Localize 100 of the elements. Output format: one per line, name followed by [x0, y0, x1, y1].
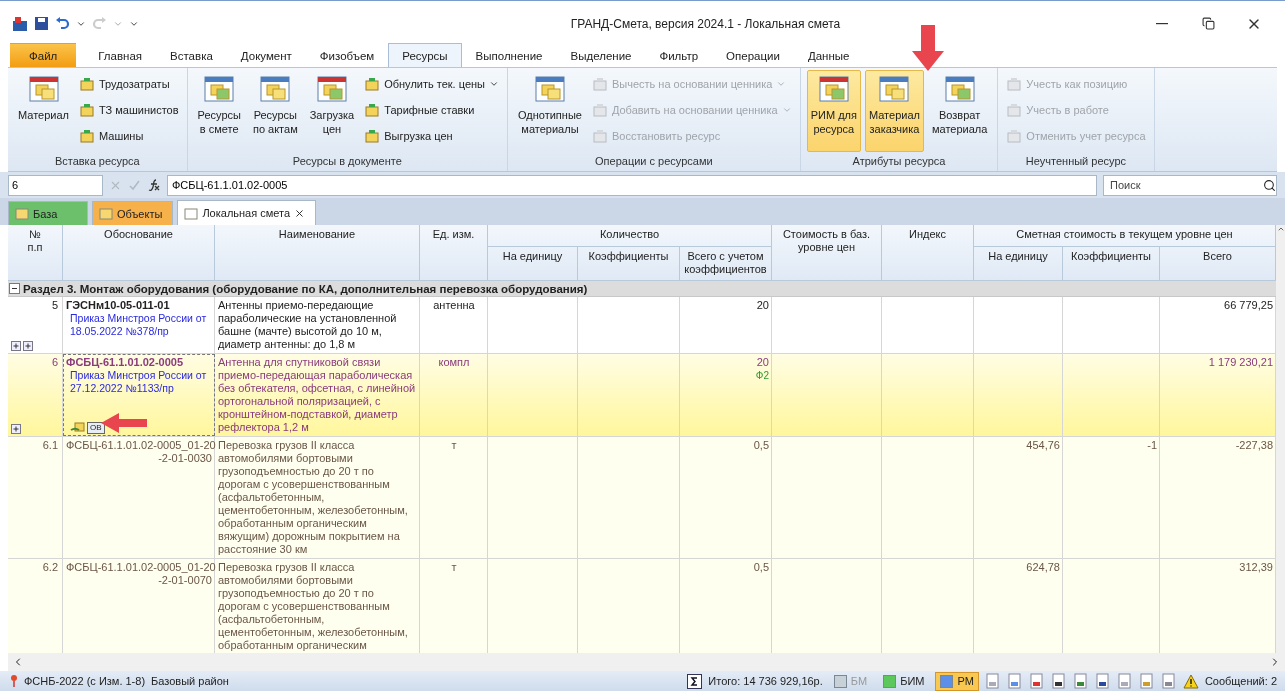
ribbon-button[interactable]: ТЗ машинистов [77, 98, 181, 122]
ribbon-button[interactable]: Выгрузка цен [362, 124, 501, 148]
resource-table-icon [203, 75, 236, 105]
table-row[interactable] [8, 437, 1276, 559]
function-icon[interactable] [147, 178, 161, 192]
pointer-arrow-drawing [100, 412, 148, 434]
attribute-badge: ОВ [87, 422, 105, 434]
messages-count[interactable]: Сообщений: 2 [1204, 675, 1277, 687]
resource-icon [364, 76, 381, 92]
expand-icon[interactable] [11, 341, 21, 351]
cell-value: -227,38 [1235, 439, 1273, 451]
cell-value: 312,39 [1239, 561, 1273, 573]
expand-icon[interactable] [23, 341, 33, 351]
item-name: Антенна для спутниковой связи приемо-передающая параболическая без обтекателя, офсетная, с линейной ортогональной поляризацией, с кронштейном-подставкой, диаметр рефлектора 1,2 м [218, 356, 416, 433]
cell-value: 20 [755, 356, 769, 369]
status-text: Базовый район [151, 675, 229, 687]
resource-table-icon [315, 75, 348, 105]
ribbon-tab[interactable]: Фильтр [645, 43, 713, 67]
vertical-scrollbar[interactable] [1276, 225, 1285, 653]
status-total: Итого: 14 736 929,16р. [708, 675, 823, 687]
resource-table-icon [878, 75, 911, 105]
document-tab[interactable]: База [8, 201, 88, 225]
expand-icon[interactable] [11, 424, 21, 434]
ribbon-tab[interactable]: Файл [10, 43, 77, 67]
formula-note: Ф2 [754, 369, 769, 382]
resource-icon [79, 102, 95, 118]
order-link[interactable]: Приказ Минстроя России от 27.12.2022 №1133/пр [66, 369, 212, 395]
ribbon-tab[interactable]: Главная [84, 43, 157, 67]
ribbon-button[interactable]: Возврат материала [927, 70, 992, 152]
document-icon [184, 206, 199, 220]
check-icon[interactable] [128, 178, 141, 192]
section-title: Раздел 3. Монтаж оборудования (оборудование по КА, дополнительная перевозка оборудования) [23, 282, 588, 295]
unit-text: компл [438, 356, 470, 368]
table-row[interactable] [8, 354, 1276, 437]
sum-icon[interactable] [687, 673, 703, 689]
collapse-icon[interactable] [9, 283, 20, 294]
layer-button[interactable]: РМ [935, 671, 979, 691]
folder-icon [15, 207, 29, 220]
handshake-icon [70, 422, 85, 434]
ribbon-button[interactable]: Материал заказчика [864, 70, 924, 152]
resource-table-icon [533, 75, 566, 105]
ribbon-button[interactable]: Машины [77, 124, 181, 148]
group-label: Неучтенный ресурс [1024, 154, 1128, 169]
ribbon-button[interactable]: РИМ для ресурса [806, 70, 861, 152]
resource-icon [591, 128, 608, 144]
search-icon[interactable] [1263, 178, 1276, 192]
tab-label: Локальная смета [202, 207, 291, 219]
formula-field[interactable]: ФСБЦ-61.1.01.02-0005 [167, 174, 1097, 196]
ribbon-tab[interactable]: Вставка [156, 43, 227, 67]
cell-value: 0,5 [752, 561, 769, 574]
ribbon-tab[interactable]: Операции [712, 43, 794, 67]
toggle-label: БМ [850, 675, 868, 687]
cell-value: -1 [1147, 439, 1157, 451]
close-icon[interactable] [294, 207, 306, 219]
warning-icon[interactable] [1182, 673, 1199, 689]
ribbon-tab[interactable]: Данные [793, 43, 864, 67]
restore-icon [1201, 17, 1215, 30]
tab-label: База [33, 207, 58, 220]
resource-icon [79, 76, 95, 92]
row-number: 5 [50, 299, 58, 312]
order-link[interactable]: Приказ Минстроя России от 18.05.2022 №378/пр [66, 312, 212, 338]
ribbon-tab[interactable]: Ресурсы [388, 43, 462, 67]
ribbon-button[interactable]: Материал [14, 70, 73, 152]
scroll-up-icon[interactable] [1276, 225, 1285, 233]
pointer-arrow-drawing [911, 24, 945, 72]
ribbon-tab[interactable]: Документ [226, 43, 306, 67]
ribbon-tab[interactable]: Выполнение [461, 43, 557, 67]
ribbon-tab[interactable]: Выделение [556, 43, 646, 67]
cell-value: 1 179 230,21 [1208, 356, 1273, 368]
table-row[interactable]: 5 ГЭСНм10-05-011-01 Приказ Минстроя России от 18.05.2022 №378/пр Антенны приемо-передающие параболические на установленной башне (мачте) высотой до 10 м, диаметр антенны: до 1,8 м антенна 20 66 779,25 [8, 297, 1276, 354]
app-logo-icon [12, 15, 28, 32]
document-tab[interactable]: Локальная смета [177, 200, 317, 225]
search-field[interactable]: Поиск [1103, 174, 1277, 196]
toolbar-icon[interactable] [1050, 672, 1067, 690]
resource-icon [1006, 76, 1023, 92]
ribbon-button[interactable]: Загрузка цен [305, 70, 359, 152]
document-tab[interactable]: Объекты [92, 201, 174, 225]
ribbon-button[interactable]: Обнулить тек. цены [362, 72, 501, 96]
pin-icon [10, 674, 18, 688]
save-icon[interactable] [34, 16, 49, 31]
ribbon-button[interactable]: Ресурсы в смете [193, 70, 245, 152]
undo-icon[interactable] [55, 16, 70, 31]
cell-field[interactable]: 6 [8, 174, 103, 196]
unit-text: т [451, 439, 457, 451]
ribbon-button[interactable]: Трудозатраты [77, 72, 181, 96]
resource-icon [591, 76, 608, 92]
layer-button[interactable]: БИМ [878, 671, 930, 691]
group-label: Ресурсы в документе [291, 154, 403, 169]
group-label: Атрибуты ресурса [851, 154, 947, 169]
toolbar-icon[interactable] [1094, 672, 1111, 690]
row-number: 6.1 [41, 439, 58, 452]
cell-value: 454,76 [1026, 439, 1060, 451]
toggle-label: РМ [957, 675, 974, 687]
table-row[interactable] [8, 559, 1276, 653]
ribbon-tab[interactable]: Физобъем [305, 43, 389, 67]
ribbon-button[interactable]: Ресурсы по актам [248, 70, 302, 152]
horizontal-scrollbar[interactable] [8, 653, 1285, 671]
ribbon-button[interactable]: Тарифные ставки [362, 98, 501, 122]
unit-text: антенна [433, 299, 475, 311]
ribbon-button[interactable]: Однотипные материалы [514, 70, 586, 152]
